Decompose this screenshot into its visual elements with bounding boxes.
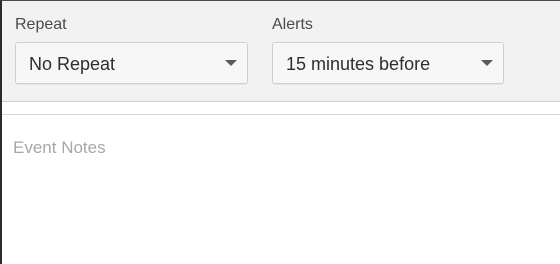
alerts-label: Alerts bbox=[272, 16, 313, 33]
repeat-label: Repeat bbox=[15, 16, 67, 33]
chevron-down-icon bbox=[225, 60, 237, 66]
alerts-dropdown[interactable]: 15 minutes before bbox=[272, 42, 504, 84]
event-notes-field[interactable]: Event Notes bbox=[2, 114, 560, 264]
event-options-panel: Repeat No Repeat Alerts 15 minutes befor… bbox=[2, 1, 560, 102]
repeat-dropdown[interactable]: No Repeat bbox=[15, 42, 248, 84]
alerts-selected-value: 15 minutes before bbox=[286, 54, 431, 74]
event-notes-placeholder: Event Notes bbox=[13, 138, 106, 157]
repeat-selected-value: No Repeat bbox=[29, 54, 116, 74]
chevron-down-icon bbox=[481, 60, 493, 66]
event-editor: Repeat No Repeat Alerts 15 minutes befor… bbox=[0, 0, 560, 264]
section-divider bbox=[2, 102, 560, 114]
